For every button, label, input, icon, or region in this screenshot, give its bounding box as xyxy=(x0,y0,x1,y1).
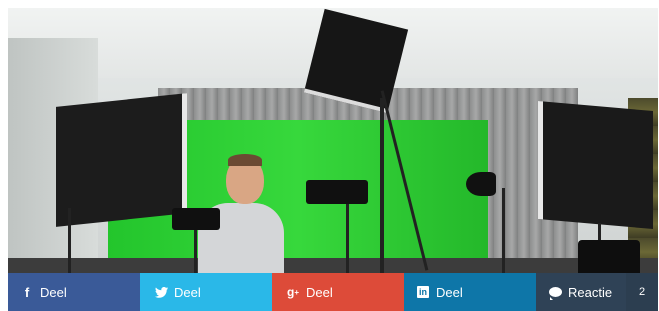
comment-button[interactable]: Reactie xyxy=(536,273,626,311)
twitter-share-button[interactable]: Deel xyxy=(140,273,272,311)
studio-photo xyxy=(8,8,658,273)
softbox-left xyxy=(56,93,187,227)
linkedin-icon: in xyxy=(417,286,429,298)
camera-left xyxy=(172,208,220,230)
twitter-icon xyxy=(154,285,168,299)
camera-center xyxy=(306,180,368,204)
google-plus-share-button[interactable]: g + Deel xyxy=(272,273,404,311)
facebook-share-label: Deel xyxy=(40,284,67,300)
comment-icon xyxy=(548,285,562,300)
comment-label: Reactie xyxy=(568,284,613,300)
google-plus-share-label: Deel xyxy=(306,284,333,300)
softbox-right xyxy=(538,100,653,230)
linkedin-share-button[interactable]: in Deel xyxy=(404,273,536,311)
facebook-icon: f xyxy=(24,284,30,300)
article-media-card: f Deel Deel g + Deel in Deel Reactie 2 xyxy=(8,8,658,311)
google-plus-icon: g + xyxy=(286,285,299,299)
twitter-share-label: Deel xyxy=(174,284,201,300)
comment-count-badge[interactable]: 2 xyxy=(626,273,658,311)
facebook-share-button[interactable]: f Deel xyxy=(8,273,140,311)
linkedin-share-label: Deel xyxy=(436,284,463,300)
share-bar: f Deel Deel g + Deel in Deel Reactie 2 xyxy=(8,273,658,311)
spot-lamp xyxy=(466,172,496,196)
